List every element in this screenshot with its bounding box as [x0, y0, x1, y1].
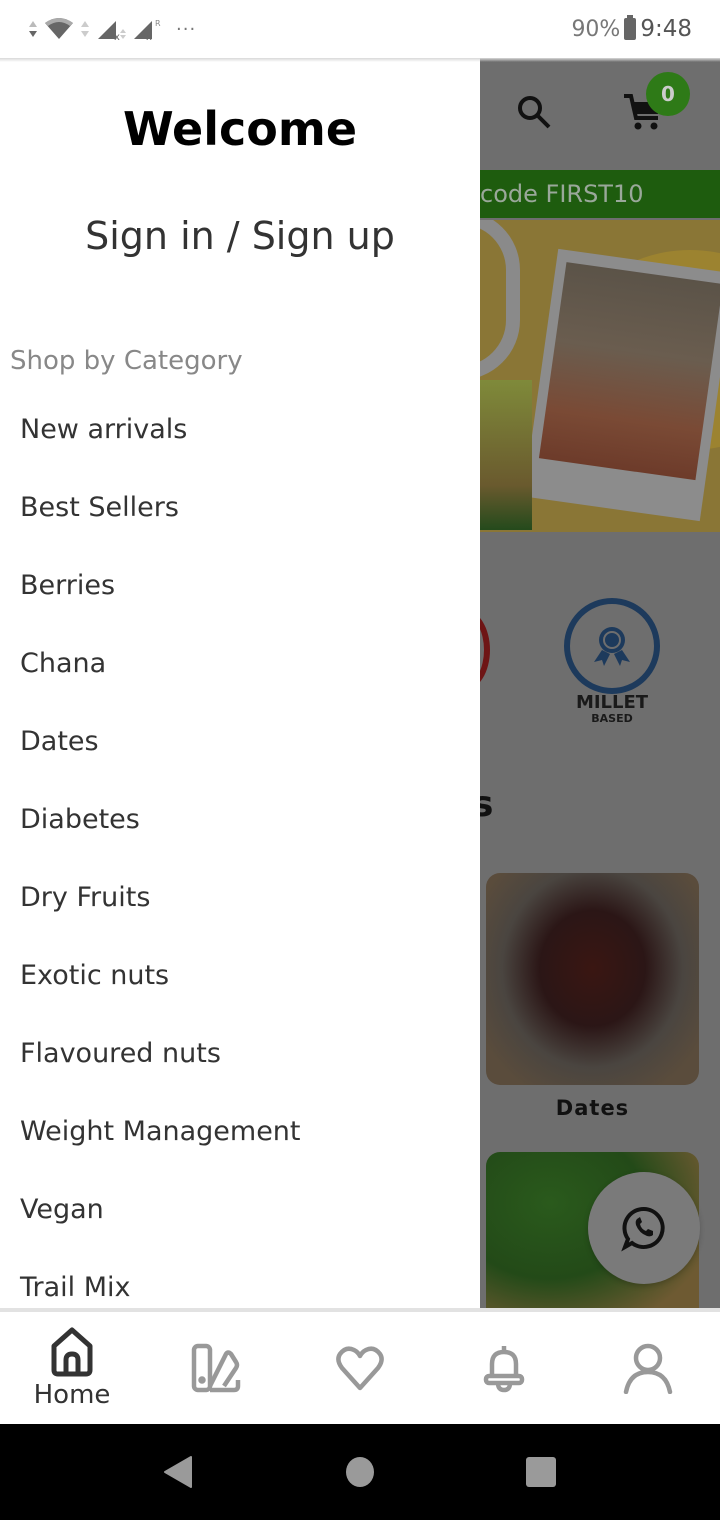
nav-home-label: Home [33, 1380, 111, 1410]
signal-sim1-icon: x [98, 21, 126, 41]
battery-percent: 90% [571, 16, 621, 42]
category-item-diabetes[interactable]: Diabetes [0, 786, 480, 864]
svg-text:x: x [146, 32, 152, 41]
wifi-icon [45, 18, 73, 39]
category-item-trail-mix[interactable]: Trail Mix [0, 1254, 480, 1310]
millet-badge-label: MILLET BASED [560, 694, 664, 726]
nav-notifications[interactable] [432, 1312, 576, 1424]
status-bar: x xR ··· 90% 9:48 [0, 0, 720, 58]
category-item-vegan[interactable]: Vegan [0, 1176, 480, 1254]
home-system-icon[interactable] [346, 1457, 374, 1487]
status-icons: x xR ··· [28, 17, 196, 41]
banner-arch-decor [480, 220, 520, 380]
home-icon [51, 1327, 93, 1377]
background-home-screen[interactable]: 0 code FIRST10 MILLET BASED s Dates [480, 58, 720, 1310]
category-card-dates-label[interactable]: Dates [486, 1096, 699, 1120]
promo-strip: code FIRST10 [480, 170, 720, 218]
catalog-icon [191, 1343, 241, 1393]
data-activity-icon-2 [81, 21, 89, 37]
hero-banner[interactable] [480, 220, 720, 532]
drawer-title: Welcome [122, 102, 358, 156]
nav-home[interactable]: Home [0, 1312, 144, 1424]
whatsapp-icon [621, 1206, 665, 1252]
svg-text:R: R [155, 19, 161, 28]
nav-wishlist[interactable] [288, 1312, 432, 1424]
millet-badge-icon [564, 598, 660, 694]
millet-title: MILLET [575, 692, 649, 713]
category-item-exotic-nuts[interactable]: Exotic nuts [0, 942, 480, 1020]
more-notifications-icon: ··· [176, 18, 197, 40]
status-right: 90% 9:48 [571, 15, 692, 42]
search-icon[interactable] [516, 94, 552, 130]
shop-by-category-label: Shop by Category [10, 346, 243, 376]
category-item-flavoured-nuts[interactable]: Flavoured nuts [0, 1020, 480, 1098]
category-card-dates-image[interactable] [486, 873, 699, 1085]
feature-badge-red [480, 610, 490, 690]
sign-in-link[interactable]: Sign in / Sign up [0, 214, 480, 258]
category-item-dates[interactable]: Dates [0, 708, 480, 786]
bottom-nav: Home [0, 1308, 720, 1424]
category-list: New arrivals Best Sellers Berries Chana … [0, 396, 480, 1310]
millet-subtitle: BASED [591, 712, 633, 725]
recents-icon[interactable] [526, 1457, 556, 1487]
category-item-berries[interactable]: Berries [0, 552, 480, 630]
signal-sim2-icon: xR [134, 19, 161, 41]
ribbon-award-icon [594, 627, 630, 666]
cart-count-badge: 0 [646, 72, 690, 116]
category-item-chana[interactable]: Chana [0, 630, 480, 708]
navigation-drawer: Welcome Sign in / Sign up Shop by Catego… [0, 58, 480, 1310]
section-heading-fragment: s [480, 784, 494, 825]
category-item-new-arrivals[interactable]: New arrivals [0, 396, 480, 474]
banner-photo [538, 262, 720, 481]
heart-icon [336, 1346, 384, 1391]
product-pack-image [480, 380, 532, 530]
back-icon[interactable] [163, 1455, 193, 1489]
data-activity-icon [29, 21, 37, 37]
bell-icon [483, 1346, 525, 1393]
nav-catalog[interactable] [144, 1312, 288, 1424]
top-divider [0, 58, 720, 62]
svg-text:x: x [114, 32, 120, 41]
battery-icon [624, 15, 637, 40]
category-item-best-sellers[interactable]: Best Sellers [0, 474, 480, 552]
whatsapp-button[interactable] [588, 1172, 700, 1284]
clock: 9:48 [640, 16, 692, 42]
banner-polaroid [523, 248, 720, 522]
nav-account[interactable] [576, 1312, 720, 1424]
user-icon [623, 1343, 673, 1394]
app-header: 0 [480, 58, 720, 170]
screen: x xR ··· 90% 9:48 0 code FIRST10 MILLET B… [0, 0, 720, 1520]
category-item-dry-fruits[interactable]: Dry Fruits [0, 864, 480, 942]
category-item-weight-management[interactable]: Weight Management [0, 1098, 480, 1176]
